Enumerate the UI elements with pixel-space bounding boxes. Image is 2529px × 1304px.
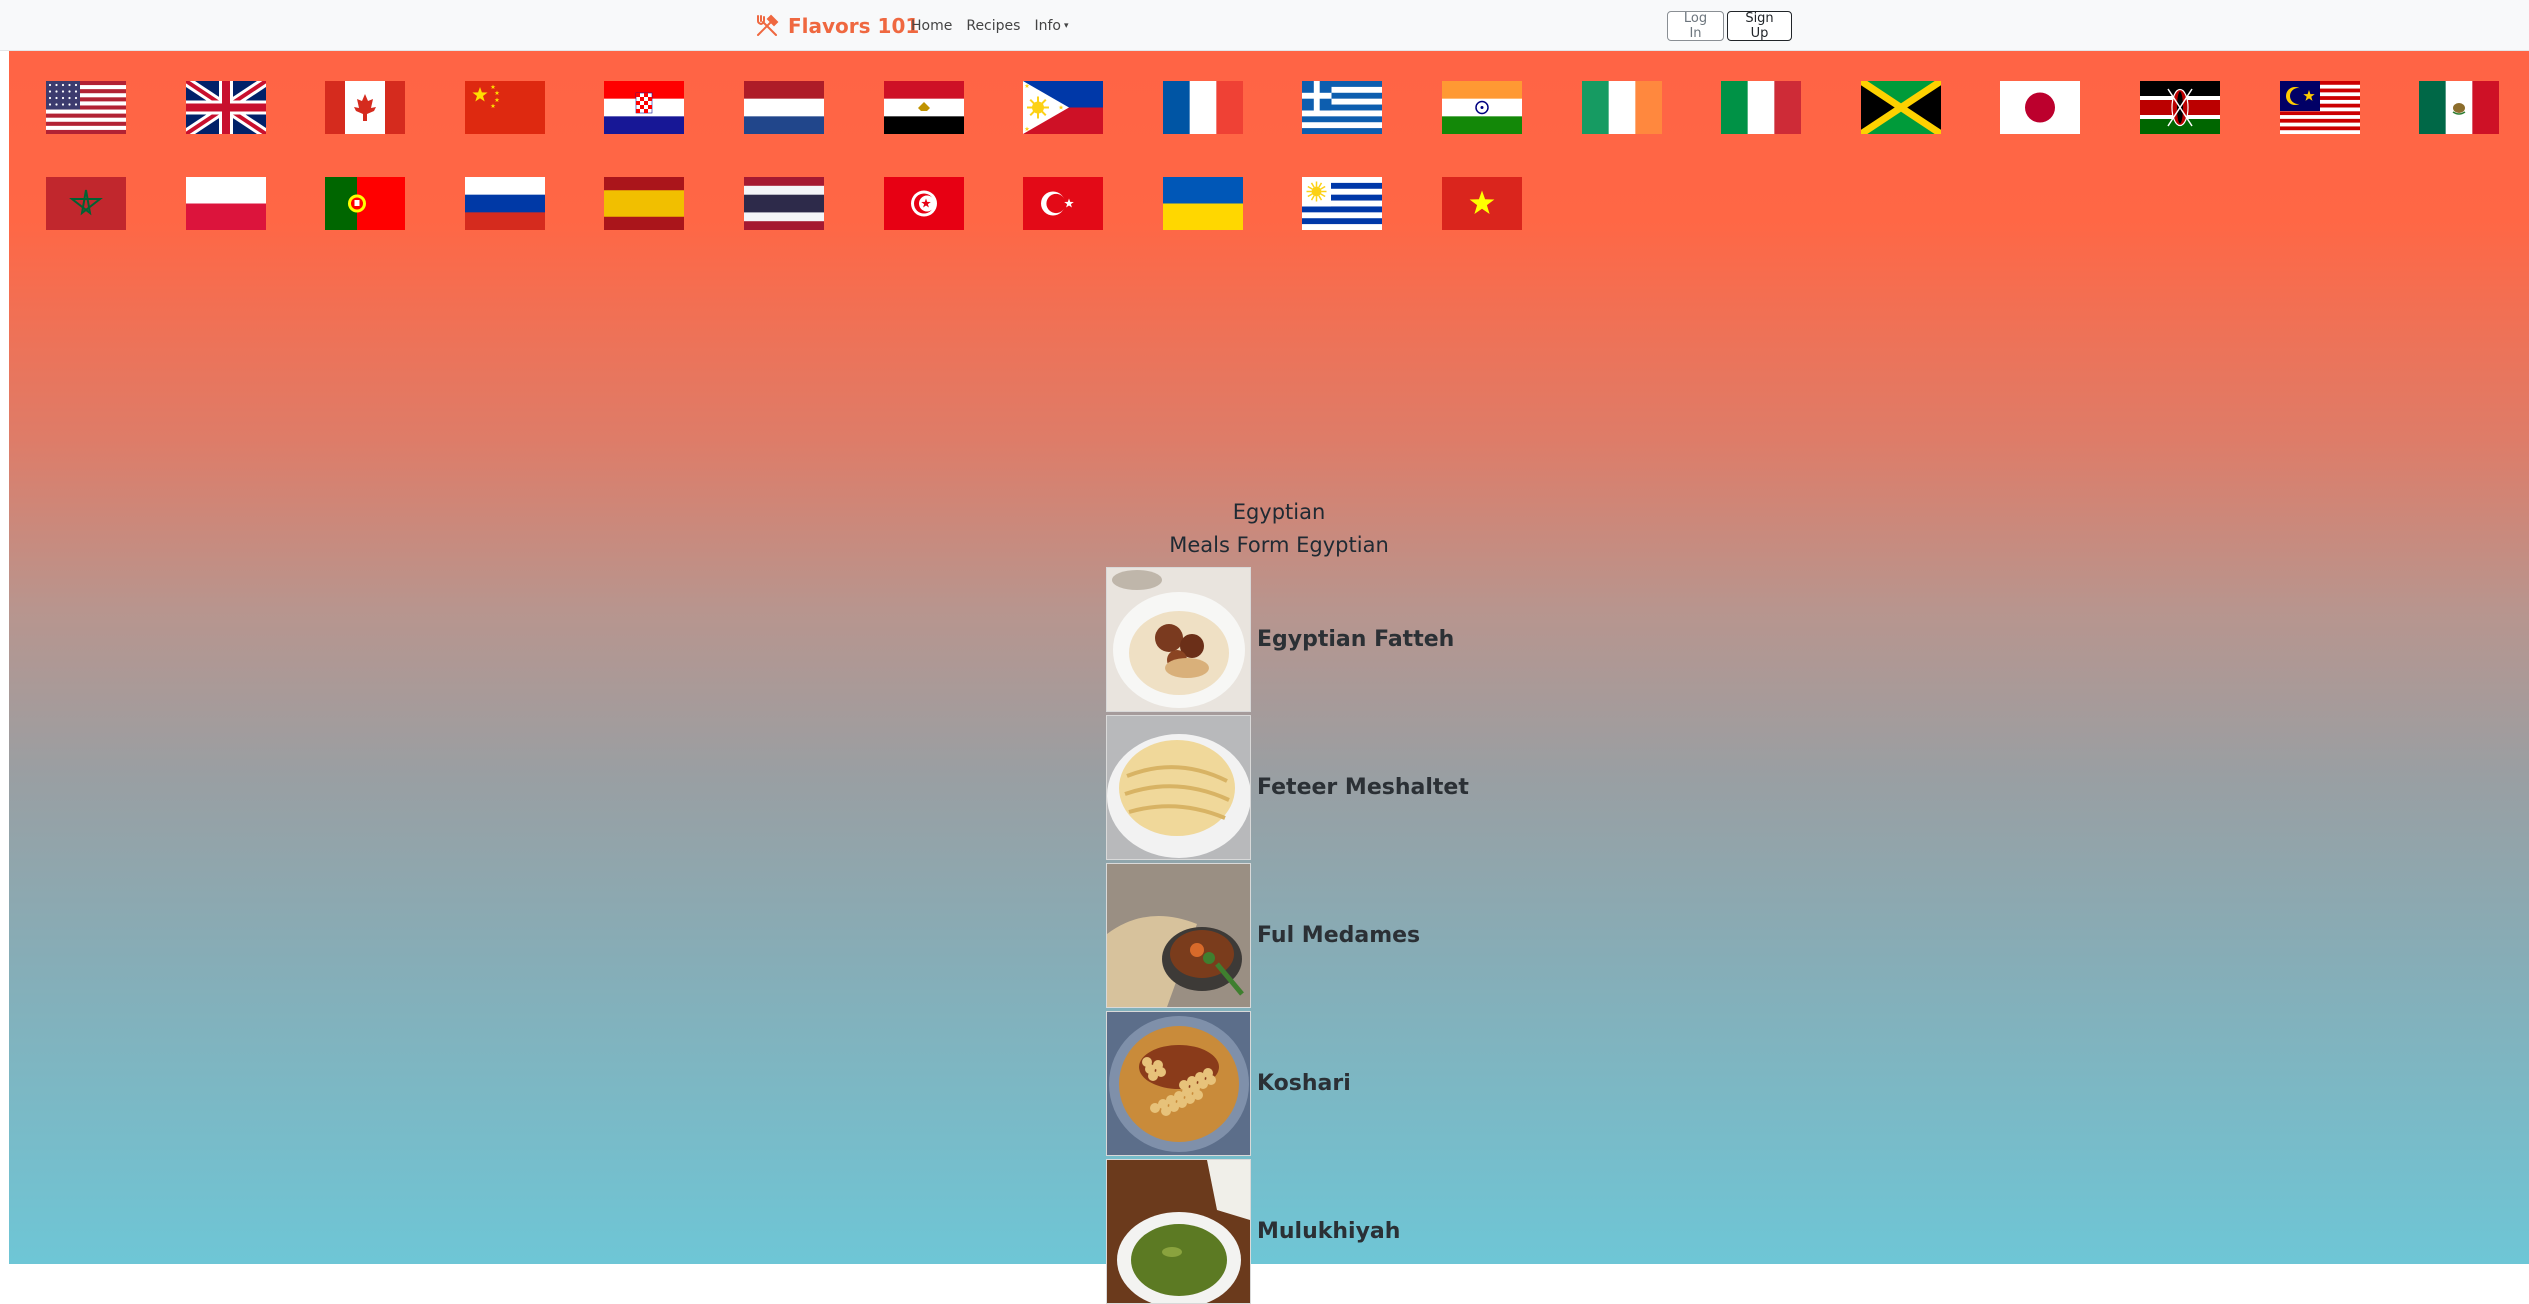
meal-name[interactable]: Mulukhiyah bbox=[1257, 1159, 1400, 1304]
nav-info-dropdown[interactable]: Info ▾ bbox=[1034, 18, 1068, 34]
meal-image[interactable] bbox=[1106, 567, 1251, 712]
france-flag-icon[interactable] bbox=[1163, 81, 1243, 134]
italy-flag-icon[interactable] bbox=[1721, 81, 1801, 134]
china-flag-icon[interactable] bbox=[465, 81, 545, 134]
nav-info-label: Info bbox=[1034, 17, 1061, 34]
netherlands-flag-icon[interactable] bbox=[744, 81, 824, 134]
poland-flag-icon[interactable] bbox=[186, 177, 266, 230]
signup-button[interactable]: Sign Up bbox=[1727, 11, 1792, 41]
thailand-flag-icon[interactable] bbox=[744, 177, 824, 230]
meal-image[interactable] bbox=[1106, 715, 1251, 860]
meal-card[interactable]: Ful Medames bbox=[1106, 863, 1606, 1008]
russia-flag-icon[interactable] bbox=[465, 177, 545, 230]
ireland-flag-icon[interactable] bbox=[1582, 81, 1662, 134]
brand-name: Flavors 101 bbox=[788, 13, 920, 38]
philippines-flag-icon[interactable] bbox=[1023, 81, 1103, 134]
spain-flag-icon[interactable] bbox=[604, 177, 684, 230]
utensils-icon bbox=[757, 14, 779, 36]
us-flag-icon[interactable] bbox=[46, 81, 126, 134]
jamaica-flag-icon[interactable] bbox=[1861, 81, 1941, 134]
morocco-flag-icon[interactable] bbox=[46, 177, 126, 230]
meal-name[interactable]: Feteer Meshaltet bbox=[1257, 715, 1469, 860]
login-button[interactable]: Log In bbox=[1667, 11, 1724, 41]
meal-card[interactable]: Koshari bbox=[1106, 1011, 1606, 1156]
meal-card[interactable]: Mulukhiyah bbox=[1106, 1159, 1606, 1304]
malaysia-flag-icon[interactable] bbox=[2280, 81, 2360, 134]
meal-name[interactable]: Egyptian Fatteh bbox=[1257, 567, 1454, 712]
nav-home-link[interactable]: Home bbox=[911, 18, 952, 34]
meal-card[interactable]: Egyptian Fatteh bbox=[1106, 567, 1606, 712]
croatia-flag-icon[interactable] bbox=[604, 81, 684, 134]
navbar: Flavors 101 Home Recipes Info ▾ Log In Si… bbox=[0, 0, 2529, 51]
uruguay-flag-icon[interactable] bbox=[1302, 177, 1382, 230]
meal-name[interactable]: Koshari bbox=[1257, 1011, 1351, 1156]
country-title: Egyptian bbox=[1232, 500, 1326, 524]
caret-down-icon: ▾ bbox=[1063, 20, 1069, 31]
ukraine-flag-icon[interactable] bbox=[1163, 177, 1243, 230]
meal-card[interactable]: Feteer Meshaltet bbox=[1106, 715, 1606, 860]
uk-flag-icon[interactable] bbox=[186, 81, 266, 134]
kenya-flag-icon[interactable] bbox=[2140, 81, 2220, 134]
meal-image[interactable] bbox=[1106, 1159, 1251, 1304]
auth-buttons: Log In Sign Up bbox=[1667, 11, 1792, 41]
mexico-flag-icon[interactable] bbox=[2419, 81, 2499, 134]
portugal-flag-icon[interactable] bbox=[325, 177, 405, 230]
meal-image[interactable] bbox=[1106, 863, 1251, 1008]
brand-link[interactable]: Flavors 101 bbox=[754, 0, 919, 51]
meal-image[interactable] bbox=[1106, 1011, 1251, 1156]
japan-flag-icon[interactable] bbox=[2000, 81, 2080, 134]
greece-flag-icon[interactable] bbox=[1302, 81, 1382, 134]
vietnam-flag-icon[interactable] bbox=[1442, 177, 1522, 230]
turkey-flag-icon[interactable] bbox=[1023, 177, 1103, 230]
india-flag-icon[interactable] bbox=[1442, 81, 1522, 134]
meals-heading: Meals Form Egyptian bbox=[1169, 533, 1389, 557]
canada-flag-icon[interactable] bbox=[325, 81, 405, 134]
nav-recipes-link[interactable]: Recipes bbox=[966, 18, 1020, 34]
nav-links: Home Recipes Info ▾ bbox=[911, 0, 1068, 51]
tunisia-flag-icon[interactable] bbox=[884, 177, 964, 230]
egypt-flag-icon[interactable] bbox=[884, 81, 964, 134]
meal-name[interactable]: Ful Medames bbox=[1257, 863, 1420, 1008]
main-content: Egyptian Meals Form Egyptian Egyptian Fa… bbox=[9, 51, 2529, 1304]
